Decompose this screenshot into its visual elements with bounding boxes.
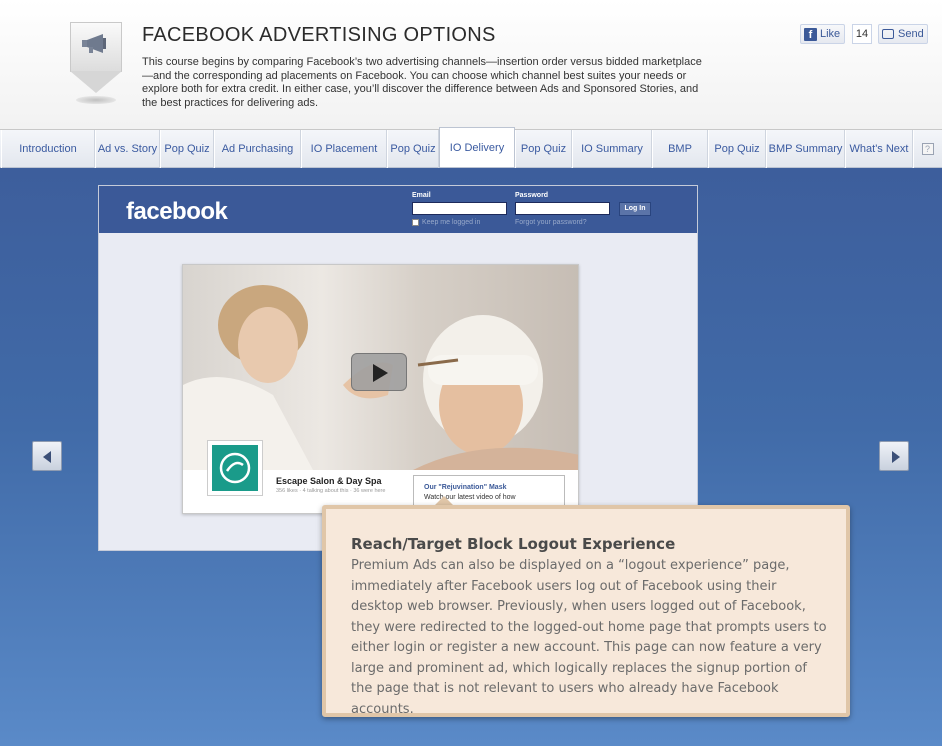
keep-logged-in: Keep me logged in	[412, 219, 480, 226]
play-icon	[373, 364, 388, 382]
login-button: Log In	[619, 202, 651, 216]
megaphone-icon	[82, 34, 106, 53]
facebook-send-button[interactable]: Send	[878, 24, 928, 44]
help-button[interactable]: ?	[913, 130, 941, 168]
tab-bmp[interactable]: BMP	[652, 130, 708, 168]
facebook-logo: facebook	[126, 198, 228, 225]
email-field	[412, 202, 507, 215]
like-label: Like	[820, 28, 841, 40]
page-title: FACEBOOK ADVERTISING OPTIONS	[142, 24, 496, 46]
hotspot-tooltip: Reach/Target Block Logout Experience Pre…	[322, 505, 850, 717]
previous-slide-button[interactable]	[32, 441, 62, 471]
facebook-icon: f	[804, 27, 817, 41]
send-label: Send	[898, 28, 924, 40]
arrow-right-icon	[892, 451, 900, 463]
course-tabs: Introduction Ad vs. Story Pop Quiz Ad Pu…	[0, 127, 942, 168]
page-name: Escape Salon & Day Spa	[276, 476, 382, 486]
escape-logo-icon	[219, 452, 251, 484]
page-stats: 356 likes · 4 talking about this · 36 we…	[276, 488, 386, 494]
play-button	[351, 353, 407, 391]
course-header: FACEBOOK ADVERTISING OPTIONS This course…	[0, 0, 942, 130]
tab-bmp-summary[interactable]: BMP Summary	[766, 130, 845, 168]
tooltip-body: Premium Ads can also be displayed on a “…	[351, 558, 827, 717]
tab-introduction[interactable]: Introduction	[1, 130, 95, 168]
tab-pop-quiz-4[interactable]: Pop Quiz	[708, 130, 766, 168]
facebook-top-bar: facebook Email Password Log In Keep me l…	[99, 186, 697, 233]
help-icon: ?	[921, 143, 934, 155]
password-field	[515, 202, 610, 215]
course-description: This course begins by comparing Facebook…	[142, 56, 702, 109]
forgot-password-link: Forgot your password?	[515, 219, 587, 226]
password-label: Password	[515, 192, 549, 199]
tab-pop-quiz-3[interactable]: Pop Quiz	[515, 130, 572, 168]
tab-ad-vs-story[interactable]: Ad vs. Story	[95, 130, 160, 168]
tab-whats-next[interactable]: What's Next	[845, 130, 913, 168]
next-slide-button[interactable]	[879, 441, 909, 471]
arrow-left-icon	[43, 451, 51, 463]
tab-ad-purchasing[interactable]: Ad Purchasing	[214, 130, 301, 168]
checkbox-icon	[412, 219, 419, 226]
tooltip-title: Reach/Target Block Logout Experience	[351, 535, 676, 553]
envelope-icon	[882, 29, 894, 39]
page-logo	[207, 440, 263, 496]
tab-io-delivery[interactable]: IO Delivery	[439, 127, 515, 167]
course-badge	[70, 22, 122, 93]
tab-pop-quiz-1[interactable]: Pop Quiz	[160, 130, 214, 168]
snippet-title: Our "Rejuvination" Mask	[424, 484, 507, 491]
facebook-logout-screenshot: facebook Email Password Log In Keep me l…	[98, 185, 698, 551]
email-label: Email	[412, 192, 431, 199]
tab-io-summary[interactable]: IO Summary	[572, 130, 652, 168]
like-count: 14	[852, 24, 872, 44]
tab-io-placement[interactable]: IO Placement	[301, 130, 387, 168]
facebook-like-button[interactable]: f Like	[800, 24, 845, 44]
tab-pop-quiz-2[interactable]: Pop Quiz	[387, 130, 439, 168]
